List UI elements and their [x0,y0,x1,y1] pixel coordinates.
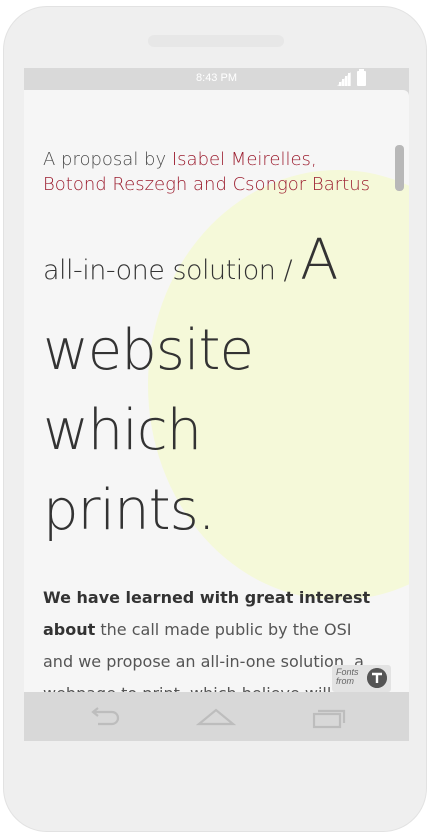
phone-screen: 8:43 PM A proposal by Isabel Meirelles, … [24,68,409,741]
web-page-viewport[interactable]: A proposal by Isabel Meirelles, Botond R… [24,90,409,692]
headline-line-prints: prints. [43,478,216,543]
proposal-byline: A proposal by Isabel Meirelles, Botond R… [43,147,383,197]
headline-line-which: which [43,398,202,463]
fonts-from-badge[interactable]: Fonts from [332,665,391,692]
home-icon[interactable] [196,704,236,730]
fonts-logo-icon [367,668,387,688]
phone-speaker [148,35,284,47]
status-time: 8:43 PM [196,72,237,84]
back-icon[interactable] [86,704,126,730]
battery-icon [357,69,366,86]
scrollbar-thumb[interactable] [395,145,404,191]
status-bar: 8:43 PM [24,68,409,90]
headline-a: A [300,228,338,293]
headline-small: all-in-one solution / [43,255,301,286]
byline-prefix: A proposal by [43,149,172,170]
fonts-badge-label: Fonts from [336,667,359,686]
signal-icon [337,72,351,86]
headline-line-website: website [43,318,254,383]
page-headline: all-in-one solution / A website which pr… [43,228,388,551]
android-nav-bar [24,692,409,741]
recents-icon[interactable] [310,704,350,730]
